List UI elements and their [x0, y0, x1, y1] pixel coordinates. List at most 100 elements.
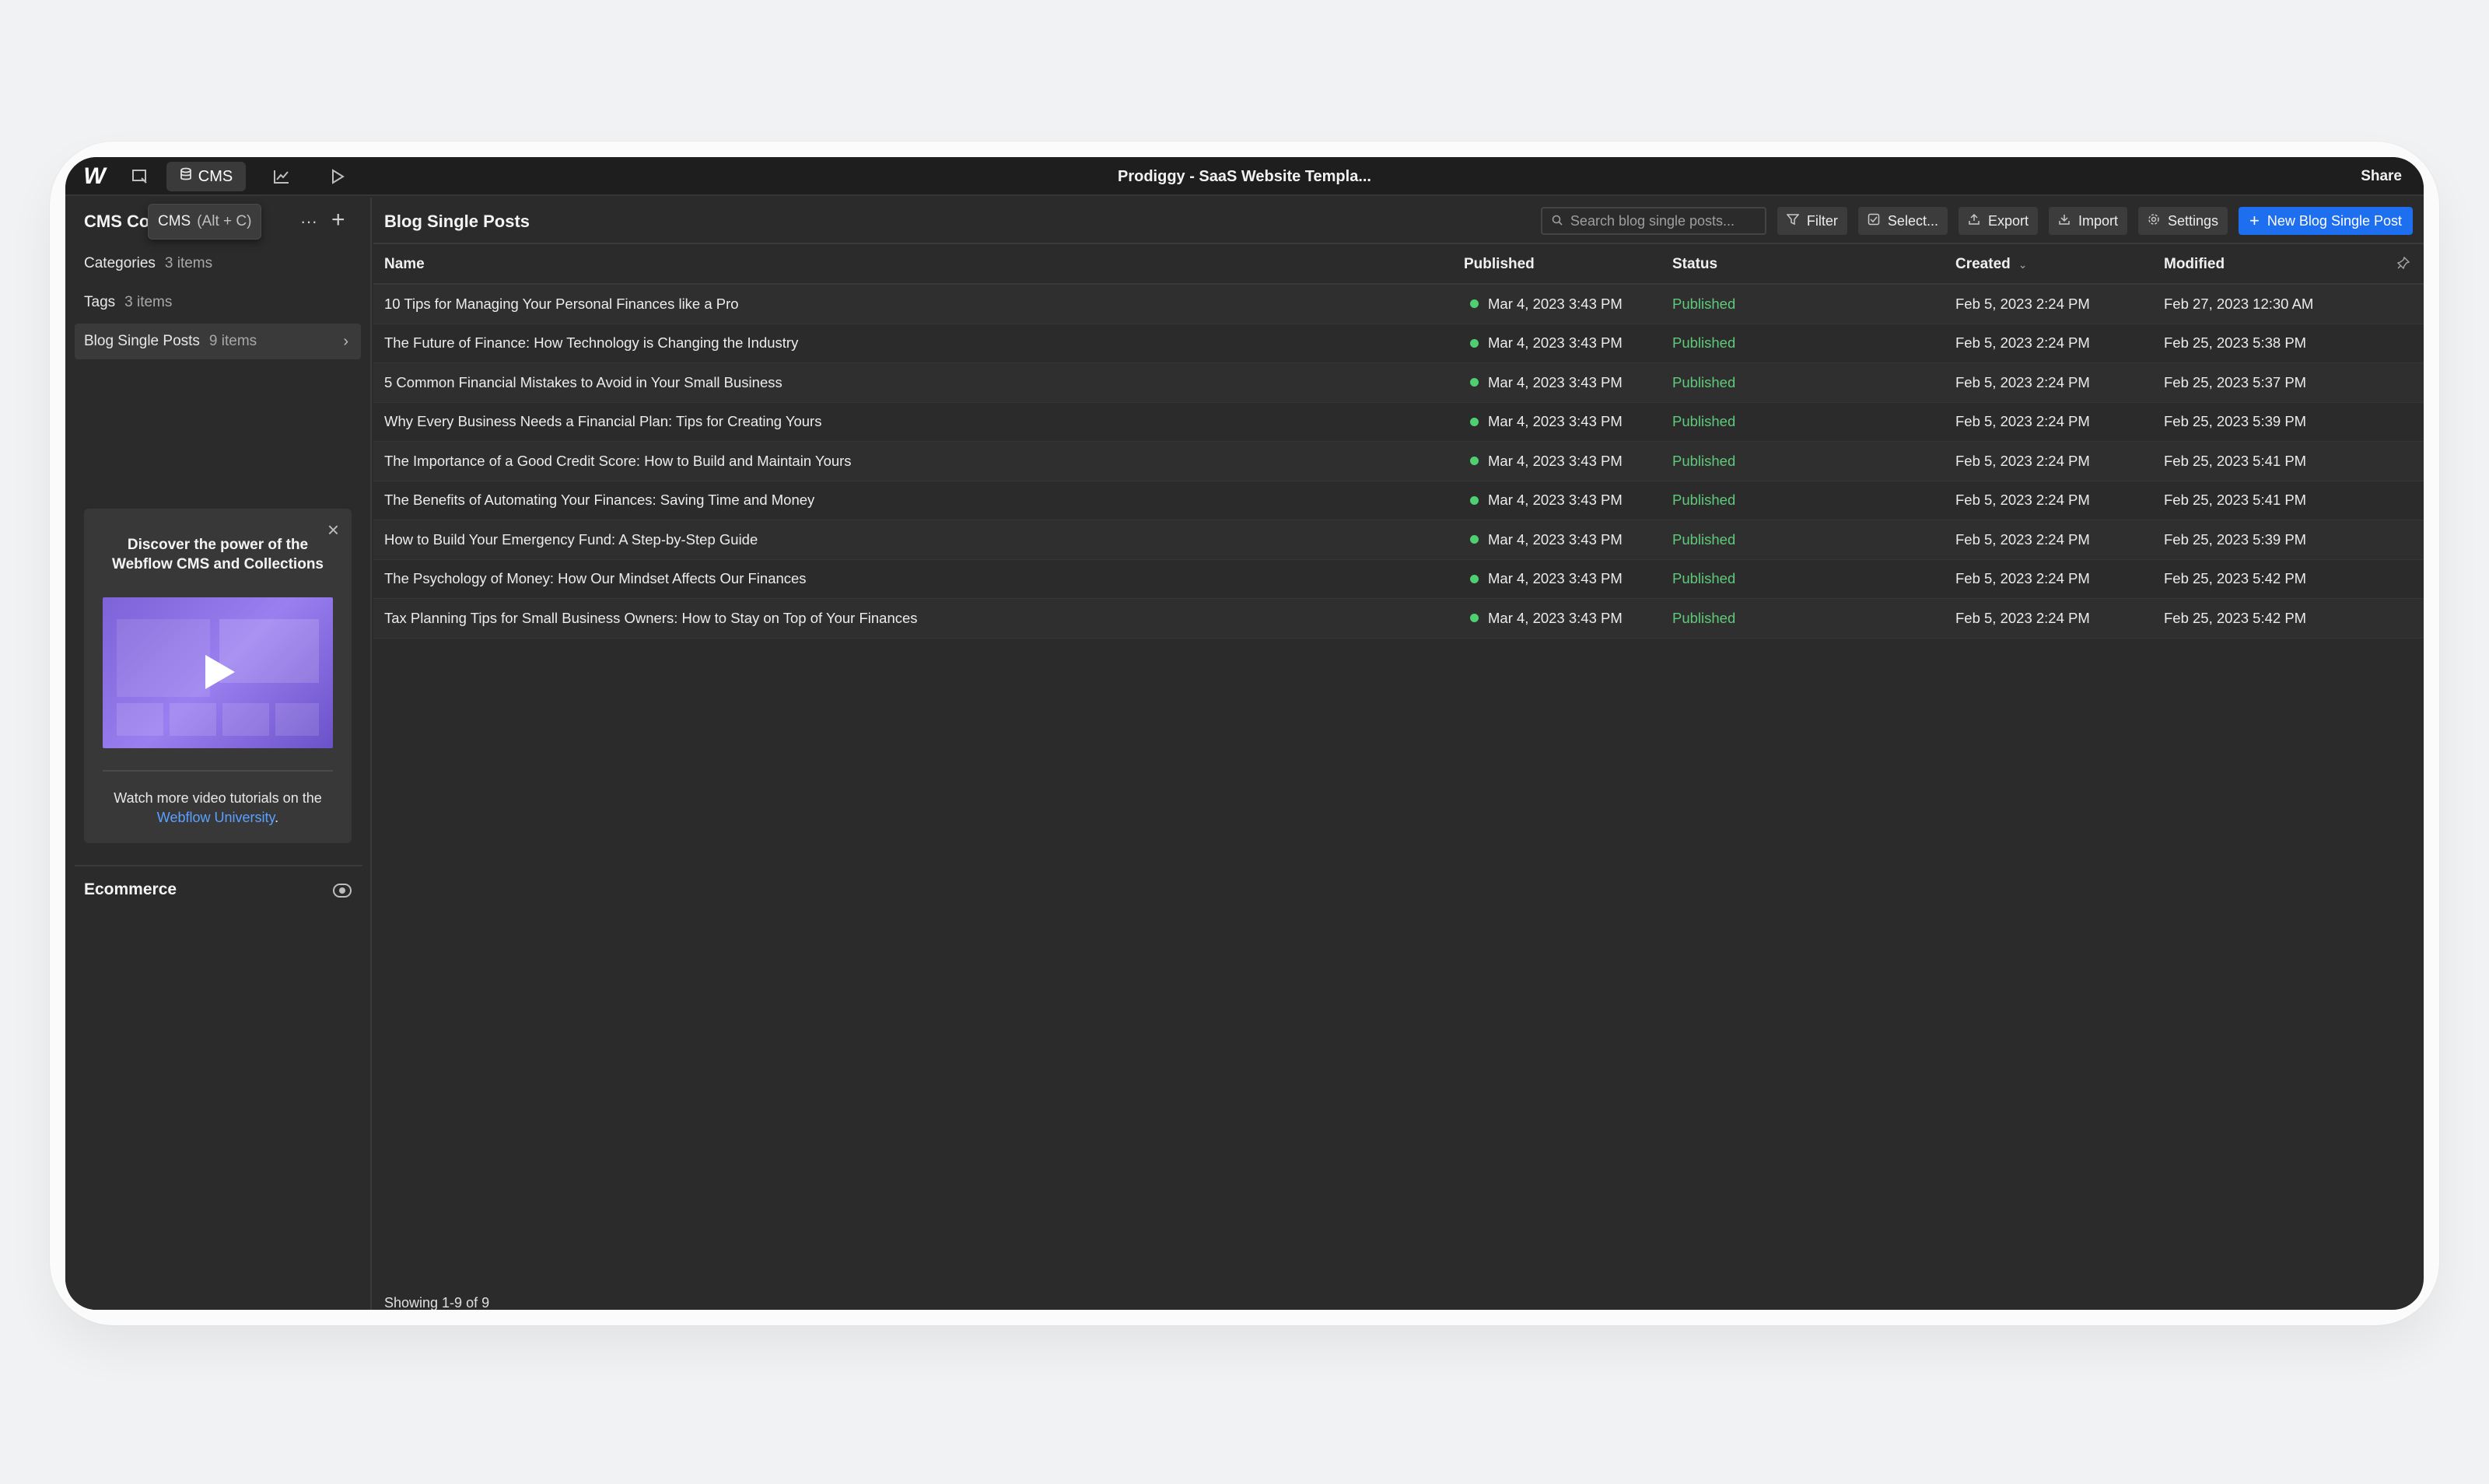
cell-created: Feb 5, 2023 2:24 PM — [1955, 295, 2090, 312]
published-dot — [1470, 417, 1479, 426]
cell-modified: Feb 27, 2023 12:30 AM — [2164, 295, 2314, 312]
search-input[interactable] — [1570, 212, 1757, 229]
table-row[interactable]: The Psychology of Money: How Our Mindset… — [373, 560, 2424, 599]
cell-status: Published — [1672, 570, 1736, 587]
cell-status: Published — [1672, 295, 1736, 312]
column-header-published[interactable]: Published — [1464, 256, 1535, 273]
share-button[interactable]: Share — [2353, 163, 2410, 190]
cell-created: Feb 5, 2023 2:24 PM — [1955, 334, 2090, 352]
published-dot — [1470, 614, 1479, 623]
collection-label: Categories — [84, 255, 156, 271]
sidebar-heading: CMS Col — [84, 212, 155, 231]
cell-created: Feb 5, 2023 2:24 PM — [1955, 609, 2090, 626]
cell-published: Mar 4, 2023 3:43 PM — [1470, 531, 1623, 548]
sidebar: CMS Col CMS (Alt + C) ··· + Categories 3… — [65, 198, 372, 1310]
column-header-name[interactable]: Name — [384, 256, 425, 273]
cell-name: Tax Planning Tips for Small Business Own… — [384, 609, 918, 626]
table-row[interactable]: The Importance of a Good Credit Score: H… — [373, 442, 2424, 481]
sidebar-item-categories[interactable]: Categories 3 items — [75, 246, 361, 282]
table-row[interactable]: 5 Common Financial Mistakes to Avoid in … — [373, 363, 2424, 403]
checkbox-icon — [1868, 213, 1880, 229]
filter-button[interactable]: Filter — [1777, 207, 1847, 235]
cell-status: Published — [1672, 609, 1736, 626]
table-row[interactable]: Why Every Business Needs a Financial Pla… — [373, 403, 2424, 442]
cell-created: Feb 5, 2023 2:24 PM — [1955, 492, 2090, 509]
cell-published: Mar 4, 2023 3:43 PM — [1470, 610, 1623, 627]
table-row[interactable]: The Benefits of Automating Your Finances… — [373, 481, 2424, 520]
table-body: 10 Tips for Managing Your Personal Finan… — [373, 285, 2424, 639]
cms-tooltip: CMS (Alt + C) — [148, 204, 262, 240]
cell-name: 10 Tips for Managing Your Personal Finan… — [384, 295, 739, 312]
cell-name: The Importance of a Good Credit Score: H… — [384, 452, 852, 469]
select-button[interactable]: Select... — [1857, 207, 1948, 235]
promo-card: × Discover the power of the Webflow CMS … — [84, 509, 352, 843]
gear-icon — [2148, 213, 2160, 229]
column-header-modified[interactable]: Modified — [2164, 256, 2225, 273]
cell-name: 5 Common Financial Mistakes to Avoid in … — [384, 373, 782, 390]
published-dot — [1470, 574, 1479, 583]
table-header: Name Published Status Created ⌄ Modified — [373, 246, 2424, 285]
cell-created: Feb 5, 2023 2:24 PM — [1955, 452, 2090, 469]
cell-modified: Feb 25, 2023 5:41 PM — [2164, 492, 2307, 509]
cell-published: Mar 4, 2023 3:43 PM — [1470, 413, 1623, 430]
cell-status: Published — [1672, 373, 1736, 390]
add-collection-button[interactable]: + — [331, 207, 345, 233]
table-row[interactable]: Tax Planning Tips for Small Business Own… — [373, 599, 2424, 639]
toggle-icon[interactable] — [333, 884, 352, 898]
export-button[interactable]: Export — [1958, 207, 2038, 235]
promo-footer: Watch more video tutorials on the Webflo… — [114, 790, 322, 825]
ecommerce-heading: Ecommerce — [84, 880, 177, 898]
column-header-status[interactable]: Status — [1672, 256, 1717, 273]
sidebar-item-blog-single-posts[interactable]: Blog Single Posts 9 items › — [75, 324, 361, 359]
plus-icon: + — [2249, 211, 2260, 230]
cell-modified: Feb 25, 2023 5:38 PM — [2164, 334, 2307, 352]
video-thumbnail[interactable] — [103, 597, 333, 748]
published-dot — [1470, 457, 1479, 466]
new-blog-single-post-button[interactable]: + New Blog Single Post — [2239, 207, 2413, 235]
cell-modified: Feb 25, 2023 5:42 PM — [2164, 570, 2307, 587]
column-header-created[interactable]: Created ⌄ — [1955, 256, 2027, 273]
cell-published: Mar 4, 2023 3:43 PM — [1470, 453, 1623, 470]
search-box — [1540, 207, 1766, 235]
cell-status: Published — [1672, 334, 1736, 352]
pin-icon[interactable] — [2396, 256, 2410, 273]
cell-name: How to Build Your Emergency Fund: A Step… — [384, 530, 758, 548]
cell-name: The Psychology of Money: How Our Mindset… — [384, 570, 807, 587]
cell-status: Published — [1672, 413, 1736, 430]
published-dot — [1470, 378, 1479, 387]
webflow-university-link[interactable]: Webflow University — [157, 810, 275, 825]
published-dot — [1470, 338, 1479, 348]
table-row[interactable]: 10 Tips for Managing Your Personal Finan… — [373, 285, 2424, 324]
items-table: Name Published Status Created ⌄ Modified… — [373, 246, 2424, 639]
cell-name: Why Every Business Needs a Financial Pla… — [384, 413, 822, 430]
cell-published: Mar 4, 2023 3:43 PM — [1470, 570, 1623, 587]
top-bar: W CMS Prodiggy - SaaS Website Templa... … — [65, 157, 2424, 196]
cell-name: The Future of Finance: How Technology is… — [384, 334, 799, 352]
app-window: W CMS Prodiggy - SaaS Website Templa... … — [65, 157, 2424, 1310]
chevron-right-icon: › — [343, 332, 348, 350]
pagination-status: Showing 1-9 of 9 — [384, 1295, 490, 1310]
promo-title: Discover the power of the Webflow CMS an… — [112, 537, 324, 572]
sidebar-item-tags[interactable]: Tags 3 items — [75, 285, 361, 320]
settings-button[interactable]: Settings — [2138, 207, 2228, 235]
window-title: Prodiggy - SaaS Website Templa... — [1117, 167, 1371, 185]
collection-count: 3 items — [124, 294, 173, 310]
published-dot — [1470, 495, 1479, 505]
tooltip-label: CMS — [158, 213, 191, 229]
cell-created: Feb 5, 2023 2:24 PM — [1955, 570, 2090, 587]
cell-modified: Feb 25, 2023 5:41 PM — [2164, 452, 2307, 469]
divider — [103, 770, 333, 772]
table-row[interactable]: How to Build Your Emergency Fund: A Step… — [373, 520, 2424, 560]
cell-published: Mar 4, 2023 3:43 PM — [1470, 492, 1623, 509]
page-title: Blog Single Posts — [384, 212, 530, 231]
divider — [75, 865, 362, 866]
cell-status: Published — [1672, 452, 1736, 469]
cell-modified: Feb 25, 2023 5:39 PM — [2164, 530, 2307, 548]
cell-name: The Benefits of Automating Your Finances… — [384, 492, 815, 509]
cell-published: Mar 4, 2023 3:43 PM — [1470, 296, 1623, 313]
import-button[interactable]: Import — [2048, 207, 2127, 235]
collection-label: Tags — [84, 294, 116, 310]
more-options-icon[interactable]: ··· — [300, 212, 317, 232]
table-row[interactable]: The Future of Finance: How Technology is… — [373, 324, 2424, 363]
published-dot — [1470, 299, 1479, 309]
